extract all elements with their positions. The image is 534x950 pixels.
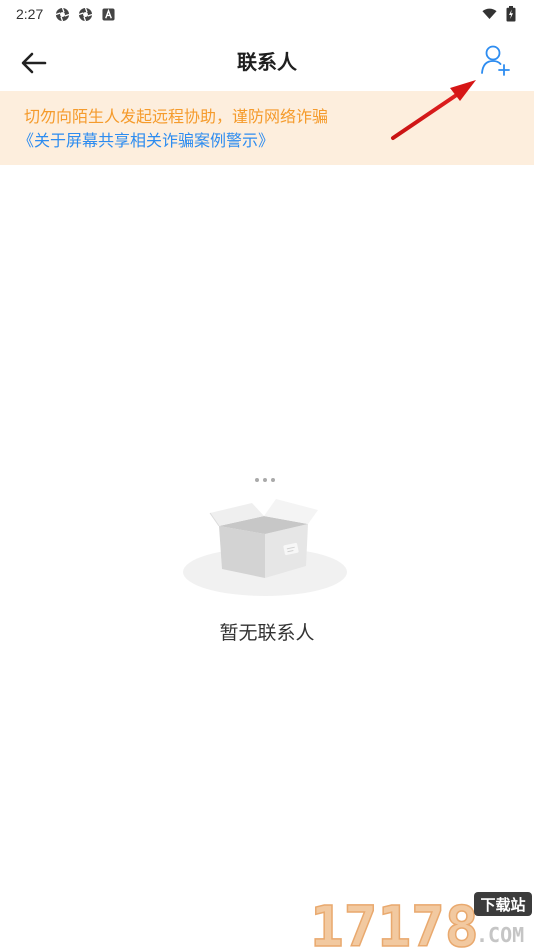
svg-text:17178: 17178 (310, 895, 479, 950)
empty-state-text: 暂无联系人 (219, 622, 315, 644)
watermark-number: 17178 (309, 894, 479, 950)
watermark-logo: 17178 下载站 .COM (309, 892, 532, 950)
wifi-icon (482, 7, 497, 22)
warning-text: 切勿向陌生人发起远程协助，谨防网络诈骗 (24, 107, 329, 126)
watermark-badge: 下载站 (480, 896, 525, 914)
warning-case-link[interactable]: 《关于屏幕共享相关诈骗案例警示》 (18, 129, 534, 153)
status-right-icons (482, 6, 518, 22)
site-watermark: 17178 下载站 .COM (308, 884, 534, 950)
watermark-suffix: .COM (476, 923, 524, 947)
page-title: 联系人 (237, 50, 297, 74)
status-bar: 2:27 (0, 0, 534, 28)
status-left-icons (55, 7, 116, 22)
font-a-icon (101, 7, 116, 22)
add-person-icon (481, 45, 510, 76)
empty-state: 暂无联系人 (0, 460, 534, 660)
app-bar: 联系人 (0, 36, 534, 88)
aperture-icon (55, 7, 70, 22)
status-time: 2:27 (16, 6, 44, 22)
empty-box-icon (183, 478, 347, 596)
add-contact-button[interactable] (476, 40, 516, 80)
warning-banner: 切勿向陌生人发起远程协助，谨防网络诈骗 《关于屏幕共享相关诈骗案例警示》 (0, 91, 534, 165)
battery-icon (503, 6, 518, 22)
aperture-icon (78, 7, 93, 22)
